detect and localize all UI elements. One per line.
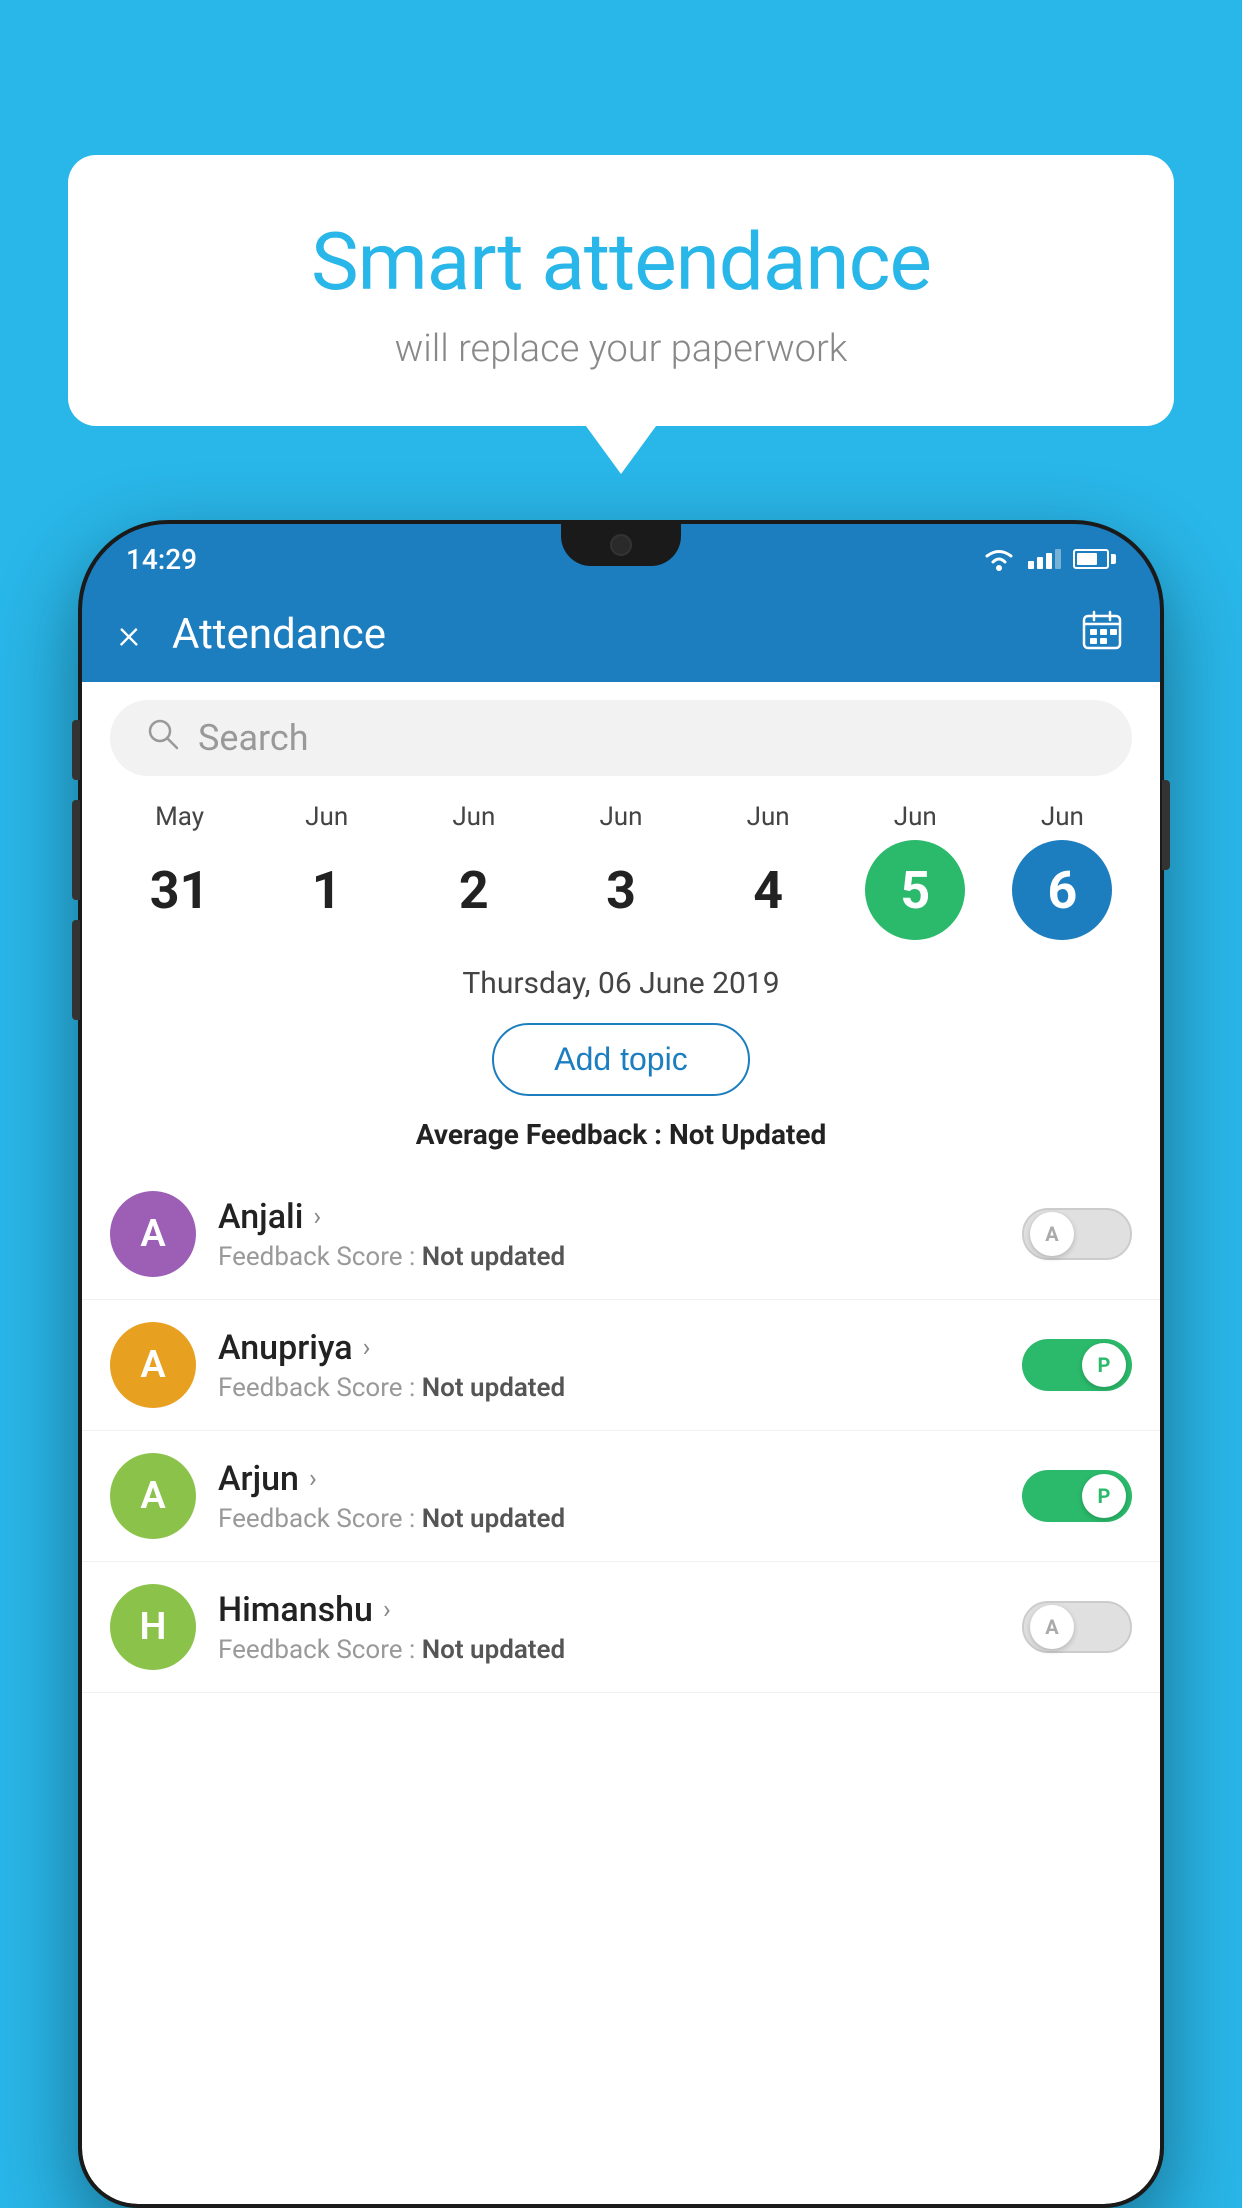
search-placeholder: Search: [198, 717, 309, 759]
calendar-icon: [1080, 608, 1124, 652]
student-avatar: A: [110, 1322, 196, 1408]
date-month: Jun: [599, 802, 642, 832]
student-name: Himanshu: [218, 1590, 373, 1630]
avg-feedback: Average Feedback : Not Updated: [82, 1110, 1160, 1169]
student-feedback: Feedback Score : Not updated: [218, 1242, 1022, 1272]
student-name: Anupriya: [218, 1328, 353, 1368]
speech-bubble-container: Smart attendance will replace your paper…: [68, 155, 1174, 426]
student-info: Anjali › Feedback Score : Not updated: [218, 1197, 1022, 1272]
student-row[interactable]: A Arjun › Feedback Score : Not updated P: [82, 1431, 1160, 1562]
speech-bubble-subtitle: will replace your paperwork: [138, 327, 1104, 371]
add-topic-container: Add topic: [82, 1009, 1160, 1110]
add-topic-button[interactable]: Add topic: [492, 1023, 749, 1096]
avg-feedback-value: Not Updated: [669, 1118, 826, 1151]
student-chevron-icon: ›: [363, 1333, 371, 1363]
student-avatar: H: [110, 1584, 196, 1670]
toggle-knob: A: [1030, 1605, 1074, 1649]
student-row[interactable]: A Anjali › Feedback Score : Not updated A: [82, 1169, 1160, 1300]
date-number[interactable]: 5: [865, 840, 965, 940]
student-name-row: Anupriya ›: [218, 1328, 1022, 1368]
speech-bubble: Smart attendance will replace your paper…: [68, 155, 1174, 426]
volume-up-button: [72, 720, 80, 780]
screen-content: Search May 31 Jun 1 Jun 2 Jun 3 Jun 4 Jun 5 Jun 6 Thu…: [82, 682, 1160, 2204]
front-camera: [610, 534, 632, 556]
date-number[interactable]: 2: [424, 840, 524, 940]
student-chevron-icon: ›: [383, 1595, 391, 1625]
student-chevron-icon: ›: [313, 1202, 321, 1232]
date-item-5[interactable]: Jun 5: [850, 802, 980, 940]
student-avatar: A: [110, 1453, 196, 1539]
toggle-knob: P: [1082, 1343, 1126, 1387]
student-feedback: Feedback Score : Not updated: [218, 1504, 1022, 1534]
student-avatar: A: [110, 1191, 196, 1277]
power-button: [1162, 780, 1170, 870]
search-bar: Search: [82, 682, 1160, 788]
date-item-0[interactable]: May 31: [115, 802, 245, 940]
date-item-3[interactable]: Jun 3: [556, 802, 686, 940]
date-month: Jun: [1041, 802, 1084, 832]
student-row[interactable]: H Himanshu › Feedback Score : Not updated A: [82, 1562, 1160, 1693]
student-feedback: Feedback Score : Not updated: [218, 1635, 1022, 1665]
attendance-toggle[interactable]: P: [1022, 1339, 1132, 1391]
app-bar: × Attendance: [82, 586, 1160, 682]
close-button[interactable]: ×: [118, 610, 140, 659]
speech-bubble-title: Smart attendance: [138, 215, 1104, 309]
search-field[interactable]: Search: [110, 700, 1132, 776]
student-feedback: Feedback Score : Not updated: [218, 1373, 1022, 1403]
student-row[interactable]: A Anupriya › Feedback Score : Not updated P: [82, 1300, 1160, 1431]
avg-feedback-label: Average Feedback :: [416, 1118, 662, 1151]
phone-inner: 14:29: [82, 524, 1160, 2204]
student-list: AAnjali›Feedback Score : Not updatedAAAn…: [82, 1169, 1160, 1693]
phone-frame: 14:29: [78, 520, 1164, 2208]
toggle-knob: P: [1082, 1474, 1126, 1518]
student-name: Arjun: [218, 1459, 299, 1499]
status-time: 14:29: [126, 543, 197, 576]
selected-date-info: Thursday, 06 June 2019: [82, 948, 1160, 1009]
status-icons: [982, 546, 1116, 572]
date-month: May: [155, 802, 204, 832]
date-number[interactable]: 4: [718, 840, 818, 940]
date-item-1[interactable]: Jun 1: [262, 802, 392, 940]
student-name: Anjali: [218, 1197, 303, 1237]
date-month: Jun: [305, 802, 348, 832]
date-month: Jun: [894, 802, 937, 832]
wifi-icon: [982, 546, 1016, 572]
phone-notch: [561, 524, 681, 566]
student-name-row: Anjali ›: [218, 1197, 1022, 1237]
toggle-knob: A: [1030, 1212, 1074, 1256]
attendance-toggle[interactable]: A: [1022, 1601, 1132, 1653]
volume-down-button: [72, 800, 80, 900]
student-info: Arjun › Feedback Score : Not updated: [218, 1459, 1022, 1534]
attendance-toggle[interactable]: A: [1022, 1208, 1132, 1260]
signal-icon: [1028, 549, 1061, 569]
date-item-2[interactable]: Jun 2: [409, 802, 539, 940]
student-chevron-icon: ›: [309, 1464, 317, 1494]
magnifier-icon: [146, 717, 180, 751]
date-item-4[interactable]: Jun 4: [703, 802, 833, 940]
student-name-row: Himanshu ›: [218, 1590, 1022, 1630]
calendar-button[interactable]: [1080, 608, 1124, 661]
date-strip: May 31 Jun 1 Jun 2 Jun 3 Jun 4 Jun 5 Jun 6: [82, 788, 1160, 948]
date-month: Jun: [747, 802, 790, 832]
selected-date-text: Thursday, 06 June 2019: [462, 966, 779, 1001]
student-name-row: Arjun ›: [218, 1459, 1022, 1499]
app-bar-title: Attendance: [172, 610, 1080, 659]
student-info: Anupriya › Feedback Score : Not updated: [218, 1328, 1022, 1403]
silent-button: [72, 920, 80, 1020]
attendance-toggle[interactable]: P: [1022, 1470, 1132, 1522]
date-item-6[interactable]: Jun 6: [997, 802, 1127, 940]
date-number[interactable]: 3: [571, 840, 671, 940]
battery-icon: [1073, 549, 1116, 569]
date-number[interactable]: 6: [1012, 840, 1112, 940]
date-number[interactable]: 31: [130, 840, 230, 940]
student-info: Himanshu › Feedback Score : Not updated: [218, 1590, 1022, 1665]
search-icon: [146, 717, 180, 760]
date-number[interactable]: 1: [277, 840, 377, 940]
date-month: Jun: [452, 802, 495, 832]
